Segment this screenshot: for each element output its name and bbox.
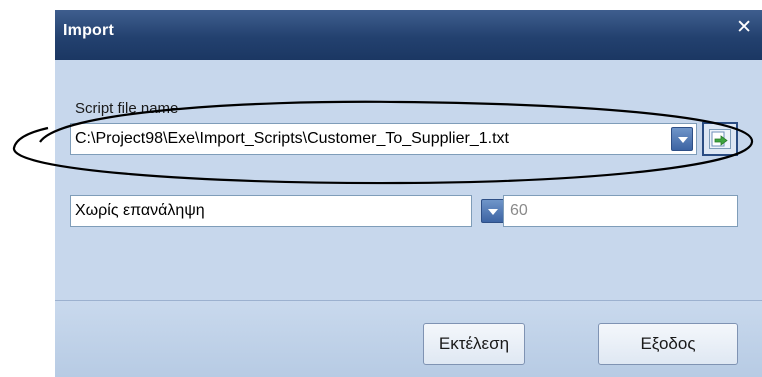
chevron-down-icon[interactable] xyxy=(481,199,505,223)
repeat-option-value: Χωρίς επανάληψη xyxy=(75,202,205,219)
interval-input[interactable]: 60 xyxy=(503,195,738,227)
title-bar[interactable]: Import ✕ xyxy=(55,10,762,60)
dialog-title: Import xyxy=(63,22,114,39)
script-file-combo[interactable]: C:\Project98\Exe\Import_Scripts\Customer… xyxy=(70,123,697,155)
dialog-footer: Εκτέλεση Εξοδος xyxy=(55,300,762,377)
close-icon[interactable]: ✕ xyxy=(736,18,752,37)
browse-button[interactable] xyxy=(702,122,738,156)
open-file-icon xyxy=(709,129,731,149)
chevron-down-icon[interactable] xyxy=(671,127,693,151)
import-dialog: Import ✕ Script file name C:\Project98\E… xyxy=(55,10,762,377)
interval-value: 60 xyxy=(510,202,528,219)
dialog-body: Script file name xyxy=(55,60,762,300)
script-file-label: Script file name xyxy=(75,100,179,117)
repeat-option-combo[interactable]: Χωρίς επανάληψη xyxy=(70,195,505,227)
script-file-value: C:\Project98\Exe\Import_Scripts\Customer… xyxy=(75,130,509,147)
run-button[interactable]: Εκτέλεση xyxy=(423,323,525,365)
exit-button[interactable]: Εξοδος xyxy=(598,323,738,365)
